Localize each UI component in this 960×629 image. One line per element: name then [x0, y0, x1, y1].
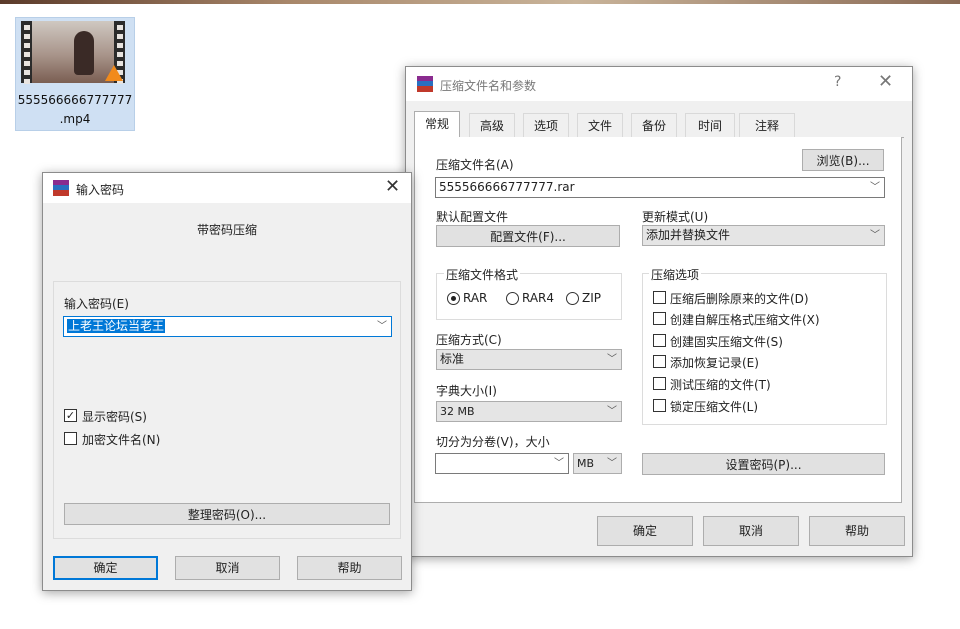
desktop-wallpaper-strip — [0, 0, 960, 4]
method-value: 标准 — [440, 352, 465, 366]
tab-comment[interactable]: 注释 — [739, 113, 795, 137]
show-password-checkbox[interactable]: ✓ — [64, 409, 77, 422]
radio-rar4-label: RAR4 — [522, 291, 555, 305]
close-icon[interactable]: ✕ — [878, 71, 893, 92]
tab-options[interactable]: 选项 — [523, 113, 569, 137]
option-sfx-label: 创建自解压格式压缩文件(X) — [670, 313, 820, 327]
archive-dialog-title: 压缩文件名和参数 — [440, 79, 537, 93]
password-dialog: 输入密码 ✕ 带密码压缩 输入密码(E) 上老王论坛当老王 ﹀ ✓ 显示密码(S… — [42, 172, 412, 591]
update-mode-label: 更新模式(U) — [642, 210, 709, 224]
radio-rar4[interactable] — [506, 292, 519, 305]
chevron-down-icon: ﹀ — [607, 406, 617, 417]
format-group-label: 压缩文件格式 — [444, 266, 521, 283]
update-mode-select[interactable]: 添加并替换文件 ﹀ — [642, 225, 885, 246]
chevron-down-icon: ﹀ — [607, 458, 617, 469]
help-button[interactable]: 帮助 — [809, 516, 905, 546]
radio-rar[interactable] — [447, 292, 460, 305]
password-dialog-subtitle: 带密码压缩 — [196, 223, 257, 237]
ok-button[interactable]: 确定 — [597, 516, 693, 546]
file-name-line1: 555566666777777 — [17, 93, 133, 107]
file-name-label: 555566666777777 .mp4 — [16, 91, 134, 129]
option-recovery-label: 添加恢复记录(E) — [670, 356, 759, 370]
option-sfx-checkbox[interactable] — [653, 312, 666, 325]
method-label: 压缩方式(C) — [436, 333, 502, 347]
option-test-label: 测试压缩的文件(T) — [670, 378, 771, 392]
film-strip-left — [21, 21, 32, 84]
manage-passwords-button[interactable]: 整理密码(O)... — [64, 503, 390, 525]
option-lock-checkbox[interactable] — [653, 399, 666, 412]
radio-zip-label: ZIP — [582, 291, 601, 305]
option-recovery-checkbox[interactable] — [653, 355, 666, 368]
file-name-line2: .mp4 — [59, 112, 91, 126]
cancel-button[interactable]: 取消 — [703, 516, 799, 546]
option-lock-label: 锁定压缩文件(L) — [670, 400, 759, 414]
radio-rar-label: RAR — [463, 291, 488, 305]
split-label: 切分为分卷(V)，大小 — [436, 435, 550, 449]
archive-name-value: 555566666777777.rar — [439, 180, 575, 194]
option-delete-checkbox[interactable] — [653, 291, 666, 304]
method-select[interactable]: 标准 ﹀ — [436, 349, 622, 370]
password-dialog-titlebar[interactable]: 输入密码 ✕ — [43, 173, 411, 203]
tab-files[interactable]: 文件 — [577, 113, 623, 137]
encrypt-names-checkbox[interactable] — [64, 432, 77, 445]
profile-label: 默认配置文件 — [436, 210, 509, 224]
split-unit-select[interactable]: MB ﹀ — [573, 453, 622, 474]
cancel-button[interactable]: 取消 — [175, 556, 280, 580]
tab-advanced[interactable]: 高级 — [469, 113, 515, 137]
option-delete-label: 压缩后删除原来的文件(D) — [670, 292, 809, 306]
dict-select[interactable]: 32 MB ﹀ — [436, 401, 622, 422]
chevron-down-icon: ﹀ — [870, 230, 880, 241]
profile-button[interactable]: 配置文件(F)... — [436, 225, 620, 247]
chevron-down-icon[interactable]: ﹀ — [554, 454, 564, 473]
help-icon[interactable]: ? — [834, 74, 841, 90]
archive-name-label: 压缩文件名(A) — [436, 158, 514, 172]
archive-name-input[interactable]: 555566666777777.rar ﹀ — [435, 177, 885, 198]
chevron-down-icon[interactable]: ﹀ — [870, 178, 880, 197]
ok-button[interactable]: 确定 — [53, 556, 158, 580]
thumbnail-image — [32, 21, 114, 83]
desktop-file-icon[interactable]: 555566666777777 .mp4 — [15, 17, 135, 131]
options-group-label: 压缩选项 — [649, 266, 702, 283]
tab-bar: 常规 高级 选项 文件 备份 时间 注释 — [414, 111, 904, 138]
password-value: 上老王论坛当老王 — [67, 319, 166, 333]
help-button[interactable]: 帮助 — [297, 556, 402, 580]
tab-time[interactable]: 时间 — [685, 113, 735, 137]
browse-button[interactable]: 浏览(B)... — [802, 149, 884, 171]
password-label: 输入密码(E) — [64, 297, 129, 311]
dict-value: 32 MB — [440, 405, 475, 418]
close-icon[interactable]: ✕ — [385, 176, 400, 197]
show-password-label: 显示密码(S) — [82, 410, 147, 424]
radio-zip[interactable] — [566, 292, 579, 305]
password-input[interactable]: 上老王论坛当老王 ﹀ — [63, 316, 392, 337]
split-unit-value: MB — [577, 457, 595, 470]
set-password-button[interactable]: 设置密码(P)... — [642, 453, 885, 475]
archive-dialog: 压缩文件名和参数 ? ✕ 常规 高级 选项 文件 备份 时间 注释 压缩文件名(… — [405, 66, 913, 557]
archive-dialog-titlebar[interactable]: 压缩文件名和参数 ? ✕ — [406, 67, 912, 101]
winrar-icon — [53, 180, 69, 196]
tab-general[interactable]: 常规 — [414, 111, 460, 137]
video-thumbnail — [21, 21, 125, 84]
tab-backup[interactable]: 备份 — [631, 113, 677, 137]
chevron-down-icon[interactable]: ﹀ — [377, 317, 387, 336]
option-solid-label: 创建固实压缩文件(S) — [670, 335, 783, 349]
chevron-down-icon: ﹀ — [607, 354, 617, 365]
winrar-icon — [417, 76, 433, 92]
password-dialog-title: 输入密码 — [76, 183, 125, 197]
update-mode-value: 添加并替换文件 — [646, 228, 731, 242]
option-solid-checkbox[interactable] — [653, 334, 666, 347]
option-test-checkbox[interactable] — [653, 377, 666, 390]
encrypt-names-label: 加密文件名(N) — [82, 433, 161, 447]
split-input[interactable]: ﹀ — [435, 453, 569, 474]
vlc-cone-icon — [105, 65, 123, 81]
dict-label: 字典大小(I) — [436, 384, 497, 398]
